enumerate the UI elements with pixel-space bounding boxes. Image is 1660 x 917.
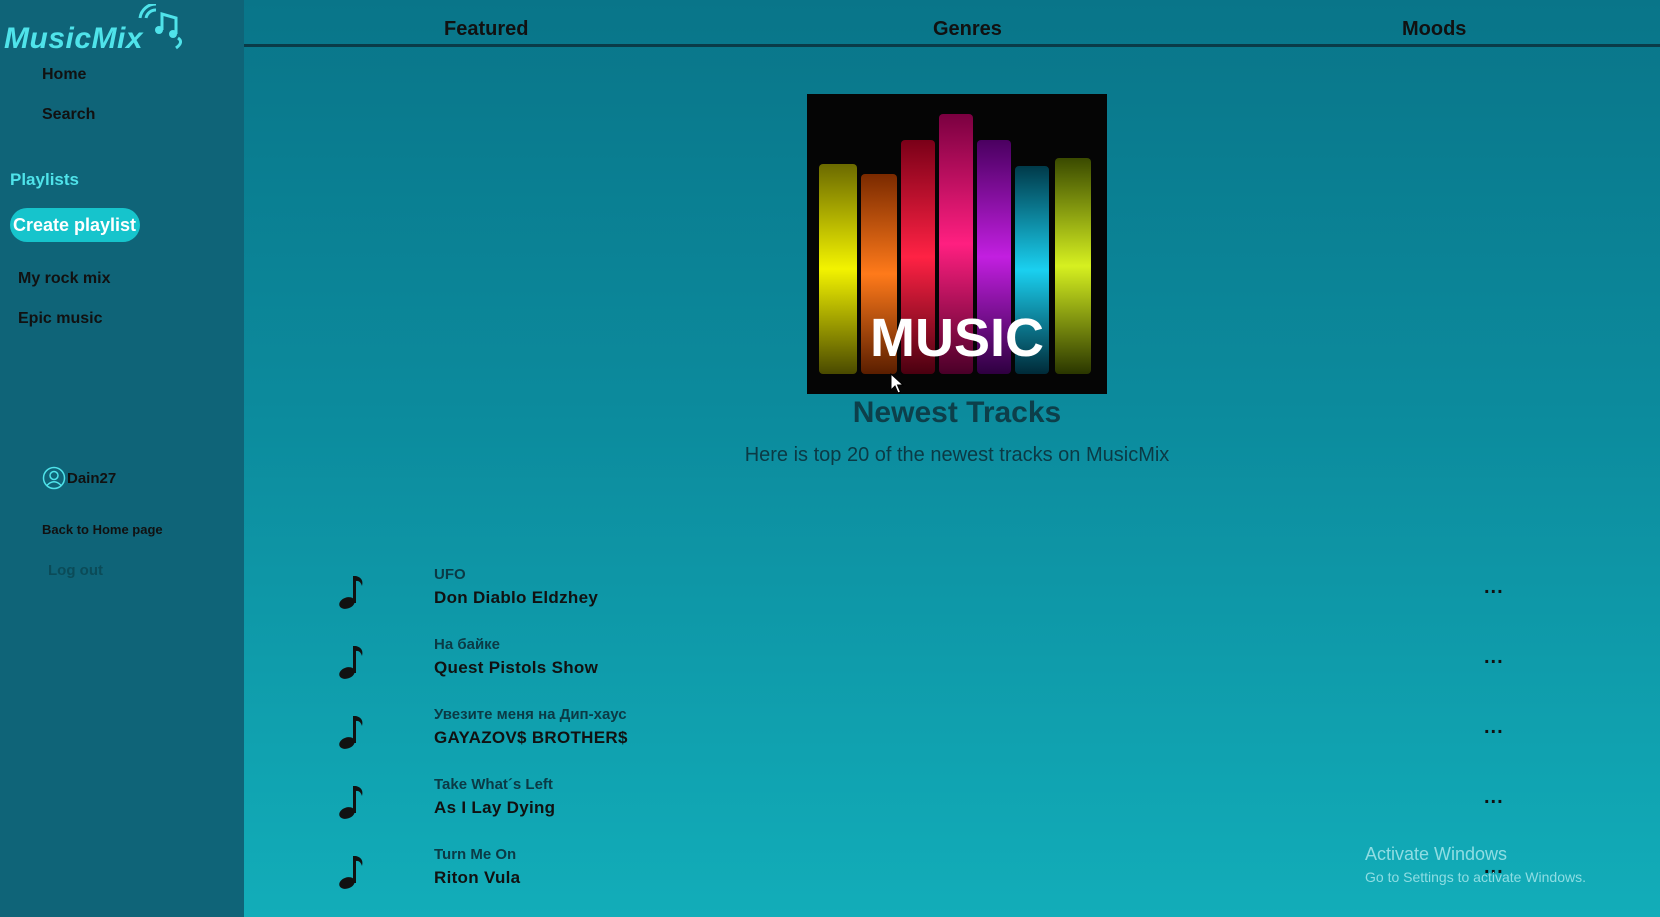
tab-bar: Featured Genres Moods bbox=[244, 0, 1660, 47]
cover-title-text: MUSIC bbox=[870, 308, 1044, 368]
more-options-icon[interactable]: ... bbox=[1484, 716, 1504, 739]
music-note-icon bbox=[339, 786, 363, 819]
more-options-icon[interactable]: ... bbox=[1484, 786, 1504, 809]
back-to-home-link[interactable]: Back to Home page bbox=[42, 522, 163, 537]
musicmix-logo[interactable]: MusicMix bbox=[4, 4, 184, 58]
music-note-icon bbox=[339, 716, 363, 749]
playlist-item-epic-music[interactable]: Epic music bbox=[18, 310, 102, 328]
tab-moods[interactable]: Moods bbox=[1402, 18, 1466, 41]
watermark-title: Activate Windows bbox=[1365, 844, 1508, 864]
logout-button[interactable]: Log out bbox=[48, 562, 103, 579]
playlists-heading: Playlists bbox=[10, 170, 79, 189]
music-note-icon bbox=[339, 856, 363, 889]
logo-text: MusicMix bbox=[4, 22, 144, 55]
playlist-item-my-rock-mix[interactable]: My rock mix bbox=[18, 270, 110, 288]
newest-tracks-cover-image: MUSIC bbox=[807, 94, 1107, 394]
music-wave-icon bbox=[138, 4, 183, 50]
track-title: UFO bbox=[434, 566, 466, 583]
track-artist: Quest Pistols Show bbox=[434, 658, 599, 677]
track-title: На байке bbox=[434, 636, 501, 653]
track-row[interactable]: Увезите меня на Дип-хаус GAYAZOV$ BROTHE… bbox=[244, 706, 1660, 772]
create-playlist-button[interactable]: Create playlist bbox=[10, 208, 141, 242]
track-artist: As I Lay Dying bbox=[434, 798, 556, 817]
tab-genres[interactable]: Genres bbox=[933, 18, 1002, 41]
track-artist: GAYAZOV$ BROTHER$ bbox=[434, 728, 628, 747]
music-note-icon bbox=[339, 646, 363, 679]
music-note-icon bbox=[339, 576, 363, 609]
track-title: Turn Me On bbox=[434, 846, 517, 863]
activate-windows-watermark: Activate Windows Go to Settings to activ… bbox=[1365, 844, 1586, 885]
section-subheading: Here is top 20 of the newest tracks on M… bbox=[744, 444, 1170, 466]
user-profile[interactable]: Dain27 bbox=[42, 466, 116, 490]
nav-home[interactable]: Home bbox=[42, 66, 86, 84]
nav-search[interactable]: Search bbox=[42, 106, 95, 124]
track-title: Take What´s Left bbox=[434, 776, 553, 793]
watermark-subtitle: Go to Settings to activate Windows. bbox=[1365, 869, 1586, 885]
section-heading: Newest Tracks bbox=[852, 396, 1062, 429]
more-options-icon[interactable]: ... bbox=[1484, 576, 1504, 599]
more-options-icon[interactable]: ... bbox=[1484, 646, 1504, 669]
main-content: Featured Genres Moods MUSIC Newest Track… bbox=[244, 0, 1660, 917]
track-artist: Riton Vula bbox=[434, 868, 521, 887]
user-avatar-icon bbox=[42, 466, 66, 490]
username: Dain27 bbox=[67, 469, 117, 487]
track-row[interactable]: На байке Quest Pistols Show ... bbox=[244, 636, 1660, 702]
track-row[interactable]: Take What´s Left As I Lay Dying ... bbox=[244, 776, 1660, 842]
mouse-cursor-icon bbox=[890, 373, 904, 394]
track-title: Увезите меня на Дип-хаус bbox=[434, 706, 627, 723]
track-artist: Don Diablo Eldzhey bbox=[434, 588, 599, 607]
track-row[interactable]: UFO Don Diablo Eldzhey ... bbox=[244, 566, 1660, 632]
tab-featured[interactable]: Featured bbox=[444, 18, 528, 41]
sidebar: MusicMix Home Search Playlists Create pl… bbox=[0, 0, 244, 917]
